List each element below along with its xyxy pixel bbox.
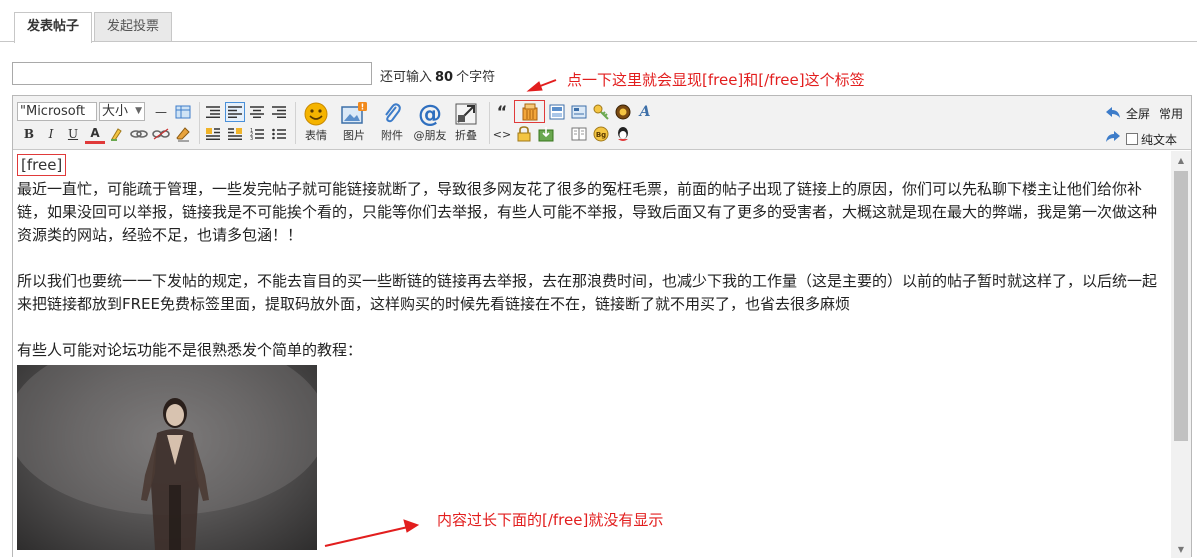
- tab-divider: [0, 41, 1197, 42]
- paperclip-icon: [385, 103, 401, 123]
- image-label: 图片: [343, 129, 365, 142]
- float-right-icon[interactable]: [225, 124, 245, 144]
- free-tag-icon: [522, 103, 537, 120]
- tutorial-image: [17, 365, 317, 550]
- fold-label: 折叠: [455, 129, 477, 142]
- free-tag-button[interactable]: [514, 100, 545, 123]
- quote-button[interactable]: “: [492, 102, 512, 122]
- font-family-select[interactable]: "Microsoft: [17, 102, 97, 121]
- redo-icon[interactable]: [1103, 126, 1123, 146]
- table-icon[interactable]: [173, 102, 193, 122]
- font-color-button[interactable]: A: [85, 124, 105, 144]
- mention-label: @朋友: [413, 129, 447, 142]
- link-icon[interactable]: [129, 124, 149, 144]
- align-left-icon[interactable]: [225, 102, 245, 122]
- download-icon[interactable]: [536, 124, 556, 144]
- align-center-icon[interactable]: [247, 102, 267, 122]
- post-tabs: 发表帖子 发起投票: [14, 12, 174, 43]
- svg-text:3: 3: [250, 136, 253, 140]
- content-paragraph: 有些人可能对论坛功能不是很熟悉发个简单的教程：: [17, 341, 363, 359]
- common-button[interactable]: 常用: [1159, 105, 1183, 122]
- unordered-list-icon[interactable]: [269, 124, 289, 144]
- media-icon[interactable]: [569, 102, 589, 122]
- figure-illustration: [17, 365, 317, 550]
- counter-prefix: 还可输入: [380, 70, 433, 85]
- editor-toolbar: "Microsoft 大小 ▼ — B I U A 1 2 3 表情 ! 图片 …: [13, 96, 1191, 150]
- qq-icon[interactable]: [613, 124, 633, 144]
- align-right-icon[interactable]: [269, 102, 289, 122]
- editor-content[interactable]: [free] 最近一直忙，可能疏于管理，一些发完帖子就可能链接就断了，导致很多网…: [13, 151, 1171, 558]
- undo-icon[interactable]: [1103, 102, 1123, 122]
- plain-text-label: 纯文本: [1141, 133, 1178, 147]
- flash-icon[interactable]: [613, 102, 633, 122]
- toolbar-divider: [199, 102, 200, 144]
- float-left-icon[interactable]: [203, 124, 223, 144]
- smiley-icon: [304, 102, 328, 126]
- plain-text-checkbox[interactable]: [1126, 133, 1138, 145]
- ordered-list-icon[interactable]: 123: [247, 124, 267, 144]
- indent-icon[interactable]: [203, 102, 223, 122]
- key-icon[interactable]: [591, 102, 611, 122]
- underline-button[interactable]: U: [63, 124, 83, 144]
- scrollbar-thumb[interactable]: [1174, 171, 1188, 441]
- font-family-value: "Microsoft: [20, 104, 86, 119]
- emoji-button[interactable]: 表情: [297, 101, 335, 147]
- code-button[interactable]: <>: [492, 124, 512, 144]
- background-icon[interactable]: Bg: [591, 124, 611, 144]
- clear-format-icon[interactable]: [173, 124, 193, 144]
- scroll-down-icon[interactable]: ▼: [1171, 540, 1191, 558]
- mention-button[interactable]: @ @朋友: [411, 101, 449, 147]
- editor: "Microsoft 大小 ▼ — B I U A 1 2 3 表情 ! 图片 …: [12, 95, 1192, 558]
- emoji-label: 表情: [305, 129, 327, 142]
- scroll-up-icon[interactable]: ▲: [1171, 151, 1191, 169]
- annotation-top: 点一下这里就会显现[free]和[/free]这个标签: [567, 71, 865, 89]
- italic-button[interactable]: I: [41, 124, 61, 144]
- fullscreen-button[interactable]: 全屏: [1126, 105, 1150, 122]
- toolbar-divider: [295, 102, 296, 144]
- font-size-value: 大小: [102, 104, 129, 119]
- tab-new-post[interactable]: 发表帖子: [14, 12, 93, 43]
- chevron-down-icon: ▼: [135, 106, 142, 116]
- highlight-icon[interactable]: [107, 124, 127, 144]
- counter-value: 80: [435, 70, 454, 85]
- hide-content-icon[interactable]: [547, 102, 567, 122]
- fold-button[interactable]: 折叠: [447, 101, 485, 147]
- svg-text:Bg: Bg: [596, 131, 606, 139]
- bold-button[interactable]: B: [19, 124, 39, 144]
- svg-text:!: !: [361, 103, 365, 112]
- unlink-icon[interactable]: [151, 124, 171, 144]
- columns-icon[interactable]: [569, 124, 589, 144]
- subject-input[interactable]: [12, 62, 372, 85]
- horizontal-rule-icon[interactable]: —: [151, 102, 171, 122]
- at-icon: @: [418, 100, 442, 128]
- content-paragraph: 所以我们也要统一一下发帖的规定，不能去盲目的买一些断链的链接再去举报，去在那浪费…: [17, 272, 1158, 313]
- fold-icon: [455, 103, 477, 125]
- image-button[interactable]: ! 图片: [335, 101, 373, 147]
- editor-scrollbar[interactable]: ▲ ▼: [1171, 151, 1191, 558]
- tab-new-poll[interactable]: 发起投票: [94, 12, 173, 42]
- char-counter: 还可输入 80 个字符: [380, 66, 495, 85]
- attachment-label: 附件: [381, 129, 403, 142]
- arrow-top: [526, 79, 557, 92]
- attachment-button[interactable]: 附件: [373, 101, 411, 147]
- content-paragraph: 最近一直忙，可能疏于管理，一些发完帖子就可能链接就断了，导致很多网友花了很多的冤…: [17, 180, 1158, 244]
- lock-icon[interactable]: [514, 124, 534, 144]
- counter-suffix: 个字符: [456, 70, 496, 85]
- font-size-select[interactable]: 大小 ▼: [99, 102, 145, 121]
- toolbar-divider: [489, 102, 490, 144]
- annotation-bottom: 内容过长下面的[/free]就没有显示: [437, 511, 664, 529]
- font-style-icon[interactable]: A: [635, 102, 655, 122]
- free-tag-text: [free]: [17, 154, 67, 176]
- image-icon: !: [341, 102, 367, 124]
